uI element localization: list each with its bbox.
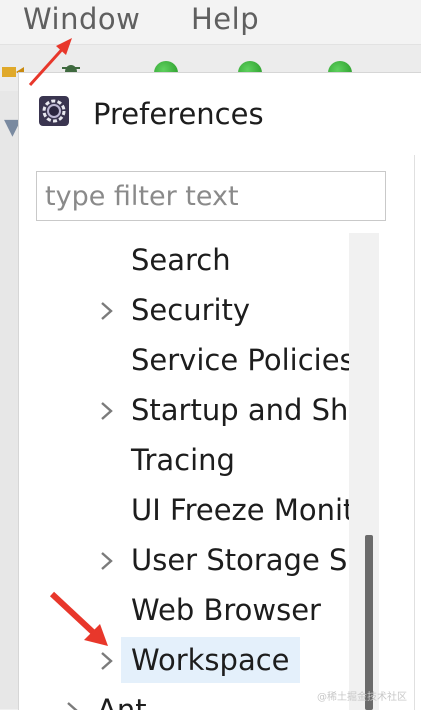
chevron-right-icon[interactable] [96,297,118,325]
tree-item-label: Startup and Shutdown [131,393,349,427]
tree-item-label-box: Search [121,237,241,283]
tree-item[interactable]: Service Policies [19,337,349,383]
tree-item[interactable]: UI Freeze Monitoring [19,487,349,533]
tree-item-label: Service Policies [131,343,349,377]
tree-item[interactable]: Web Browser [19,587,349,633]
menu-help[interactable]: Help [191,2,259,36]
tree-item-label-box: Service Policies [121,337,349,383]
preferences-icon [39,96,69,126]
tree-item-label: Security [131,293,251,327]
dialog-divider [414,155,415,710]
filter-input[interactable] [37,172,385,220]
chevron-right-icon[interactable] [96,547,118,575]
tree-item[interactable]: Search [19,237,349,283]
tree-item[interactable]: Security [19,287,349,333]
tree-item-label-box: Workspace [121,637,300,683]
menu-window[interactable]: Window [23,2,140,36]
tree-scrollbar-track[interactable] [349,233,379,710]
tree-item[interactable]: Startup and Shutdown [19,387,349,433]
tree-item-label-box: Web Browser [121,587,331,633]
tree-item-label-box: Tracing [121,437,245,483]
tree-item-label-box: UI Freeze Monitoring [121,487,349,533]
tree-item-label: Search [131,243,231,277]
tree-item-label: Ant [97,693,147,710]
tree-item-label-box: User Storage Service [121,537,349,583]
tree-item-label: Tracing [131,443,235,477]
tree-item-label: Workspace [131,643,290,677]
chevron-right-icon[interactable] [62,697,84,710]
tree-item[interactable]: Tracing [19,437,349,483]
chevron-right-icon[interactable] [96,397,118,425]
dialog-title: Preferences [93,97,264,131]
tree-item[interactable]: Ant [19,687,315,710]
chevron-right-icon[interactable] [96,647,118,675]
watermark: @稀土掘金技术社区 [317,692,407,703]
tree-item-label: UI Freeze Monitoring [131,493,349,527]
menu-bar: Window Help [0,0,421,45]
tree-item-label-box: Startup and Shutdown [121,387,349,433]
preference-tree: Search Security Service Policies Startup an… [19,233,349,710]
tree-item-label-box: Security [121,287,260,333]
tree-item[interactable]: User Storage Service [19,537,349,583]
tree-scrollbar-thumb[interactable] [365,535,373,710]
tree-item-label: Web Browser [131,593,321,627]
tree-item-label-box: Ant [87,687,157,710]
filter-box [36,171,386,221]
preferences-dialog: Preferences Search Security Service Polici… [18,72,421,710]
tree-item[interactable]: Workspace [19,637,349,683]
workbench-gutter: ▼ [0,91,21,709]
tree-item-label: User Storage Service [131,543,349,577]
